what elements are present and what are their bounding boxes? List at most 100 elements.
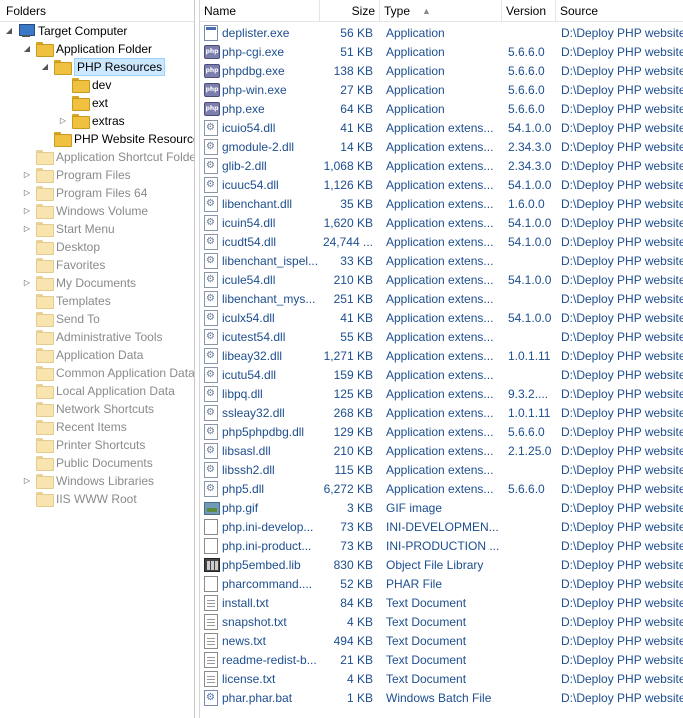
file-row[interactable]: php.gif 3 KB GIF image D:\Deploy PHP websit… [200, 499, 683, 518]
file-row[interactable]: snapshot.txt 4 KB Text Document D:\Deploy P… [200, 613, 683, 632]
expand-arrow-icon[interactable]: ◢ [4, 22, 14, 40]
file-row[interactable]: glib-2.dll 1,068 KB Application extens... 2… [200, 157, 683, 176]
file-row[interactable]: php5embed.lib 830 KB Object File Library D:… [200, 556, 683, 575]
image-file-icon [204, 500, 220, 517]
column-header-source[interactable]: Source [556, 0, 683, 22]
file-row[interactable]: php phpdbg.exe 138 KB Application 5.6.6.0 D:\… [200, 62, 683, 81]
file-size: 14 KB [340, 140, 373, 154]
file-row[interactable]: php php.exe 64 KB Application 5.6.6.0 D:\Depl… [200, 100, 683, 119]
expand-arrow-icon[interactable]: ◢ [40, 58, 50, 76]
file-size: 1,271 KB [323, 349, 373, 363]
file-row[interactable]: libenchant.dll 35 KB Application extens...… [200, 195, 683, 214]
tree-item[interactable]: Common Application Data [0, 364, 194, 382]
tree-item[interactable]: Administrative Tools [0, 328, 194, 346]
file-size: 73 KB [340, 520, 373, 534]
file-row[interactable]: libeay32.dll 1,271 KB Application extens..… [200, 347, 683, 366]
file-row[interactable]: icule54.dll 210 KB Application extens... 54… [200, 271, 683, 290]
file-row[interactable]: iculx54.dll 41 KB Application extens... 54.… [200, 309, 683, 328]
tree-item[interactable]: ▷ Windows Libraries [0, 472, 194, 490]
file-type: Application extens... [386, 330, 494, 344]
file-row[interactable]: readme-redist-b... 21 KB Text Document D:\D… [200, 651, 683, 670]
collapse-arrow-icon[interactable]: ▷ [22, 472, 32, 490]
tree-item[interactable]: dev [0, 76, 194, 94]
file-row[interactable]: libssh2.dll 115 KB Application extens... D:… [200, 461, 683, 480]
column-header-size[interactable]: Size [320, 0, 380, 22]
file-row[interactable]: icudt54.dll 24,744 ... Application extens.… [200, 233, 683, 252]
file-version: 54.1.0.0 [508, 311, 552, 325]
file-size: 210 KB [333, 444, 373, 458]
dll-file-icon [204, 139, 220, 156]
file-row[interactable]: phar.phar.bat 1 KB Windows Batch File D:\De… [200, 689, 683, 708]
file-row[interactable]: install.txt 84 KB Text Document D:\Deploy P… [200, 594, 683, 613]
file-row[interactable]: libenchant_ispel... 33 KB Application exte… [200, 252, 683, 271]
file-version [508, 518, 552, 537]
file-row[interactable]: icutest54.dll 55 KB Application extens... D… [200, 328, 683, 347]
tree-item[interactable]: Recent Items [0, 418, 194, 436]
file-row[interactable]: php.ini-product... 73 KB INI-PRODUCTION ..… [200, 537, 683, 556]
file-row[interactable]: libenchant_mys... 251 KB Application exten… [200, 290, 683, 309]
tree-item[interactable]: PHP Website Resources [0, 130, 194, 148]
folder-icon [36, 420, 54, 435]
file-name: php-cgi.exe [222, 45, 285, 59]
file-row[interactable]: php.ini-develop... 73 KB INI-DEVELOPMEN...… [200, 518, 683, 537]
collapse-arrow-icon[interactable]: ▷ [22, 220, 32, 238]
file-row[interactable]: php5.dll 6,272 KB Application extens... 5.6… [200, 480, 683, 499]
dll-file-icon [204, 386, 220, 403]
file-source: D:\Deploy PHP website [561, 216, 683, 230]
collapse-arrow-icon[interactable]: ▷ [22, 274, 32, 292]
file-row[interactable]: icutu54.dll 159 KB Application extens... D:… [200, 366, 683, 385]
tree-item[interactable]: Application Data [0, 346, 194, 364]
tree-item[interactable]: ▷ My Documents [0, 274, 194, 292]
file-size: 41 KB [340, 311, 373, 325]
tree-item[interactable]: Public Documents [0, 454, 194, 472]
file-row[interactable]: icuio54.dll 41 KB Application extens... 54.… [200, 119, 683, 138]
collapse-arrow-icon[interactable]: ▷ [22, 202, 32, 220]
tree-item[interactable]: ▷ Program Files [0, 166, 194, 184]
tree-item[interactable]: ▷ Start Menu [0, 220, 194, 238]
tree-item[interactable]: ext [0, 94, 194, 112]
collapse-arrow-icon[interactable]: ▷ [58, 112, 68, 130]
tree-item-label: Application Folder [56, 42, 153, 56]
file-row[interactable]: php php-win.exe 27 KB Application 5.6.6.0 D:\… [200, 81, 683, 100]
file-row[interactable]: libpq.dll 125 KB Application extens... 9.3.… [200, 385, 683, 404]
tree-item[interactable]: IIS WWW Root [0, 490, 194, 508]
column-header-version[interactable]: Version [502, 0, 556, 22]
file-row[interactable]: icuuc54.dll 1,126 KB Application extens...… [200, 176, 683, 195]
tree-item[interactable]: ▷ extras [0, 112, 194, 130]
tree-item[interactable]: Local Application Data [0, 382, 194, 400]
file-row[interactable]: ssleay32.dll 268 KB Application extens... 1… [200, 404, 683, 423]
file-source: D:\Deploy PHP website [561, 121, 683, 135]
collapse-arrow-icon[interactable]: ▷ [22, 166, 32, 184]
file-row[interactable]: license.txt 4 KB Text Document D:\Deploy PH… [200, 670, 683, 689]
file-row[interactable]: deplister.exe 56 KB Application D:\Deploy P… [200, 24, 683, 43]
column-header-name[interactable]: Name [200, 0, 320, 22]
tree-item[interactable]: ▷ Windows Volume [0, 202, 194, 220]
collapse-arrow-icon[interactable]: ▷ [22, 184, 32, 202]
expand-arrow-icon[interactable]: ◢ [22, 40, 32, 58]
tree-item[interactable]: ◢ Target Computer [0, 22, 194, 40]
tree-item[interactable]: Application Shortcut Folder [0, 148, 194, 166]
tree-item[interactable]: Favorites [0, 256, 194, 274]
file-row[interactable]: pharcommand.... 52 KB PHAR File D:\Deploy P… [200, 575, 683, 594]
file-row[interactable]: libsasl.dll 210 KB Application extens... 2.… [200, 442, 683, 461]
column-header-type[interactable]: Type ▲ [380, 0, 502, 22]
file-source: D:\Deploy PHP website [561, 691, 683, 705]
file-row[interactable]: gmodule-2.dll 14 KB Application extens... 2… [200, 138, 683, 157]
tree-item[interactable]: ◢ PHP Resources [0, 58, 194, 76]
folder-icon [36, 276, 54, 291]
tree-item[interactable]: Desktop [0, 238, 194, 256]
tree-item[interactable]: Printer Shortcuts [0, 436, 194, 454]
file-row[interactable]: php php-cgi.exe 51 KB Application 5.6.6.0 D:\… [200, 43, 683, 62]
tree-item[interactable]: Send To [0, 310, 194, 328]
file-row[interactable]: icuin54.dll 1,620 KB Application extens...… [200, 214, 683, 233]
dll-file-icon [204, 120, 220, 137]
file-row[interactable]: news.txt 494 KB Text Document D:\Deploy PHP… [200, 632, 683, 651]
file-source: D:\Deploy PHP website [561, 311, 683, 325]
file-row[interactable]: php5phpdbg.dll 129 KB Application extens..… [200, 423, 683, 442]
tree-item[interactable]: ◢ Application Folder [0, 40, 194, 58]
tree-item[interactable]: Network Shortcuts [0, 400, 194, 418]
file-name: php.gif [222, 501, 259, 515]
tree-item[interactable]: ▷ Program Files 64 [0, 184, 194, 202]
folder-icon [36, 348, 54, 363]
tree-item[interactable]: Templates [0, 292, 194, 310]
